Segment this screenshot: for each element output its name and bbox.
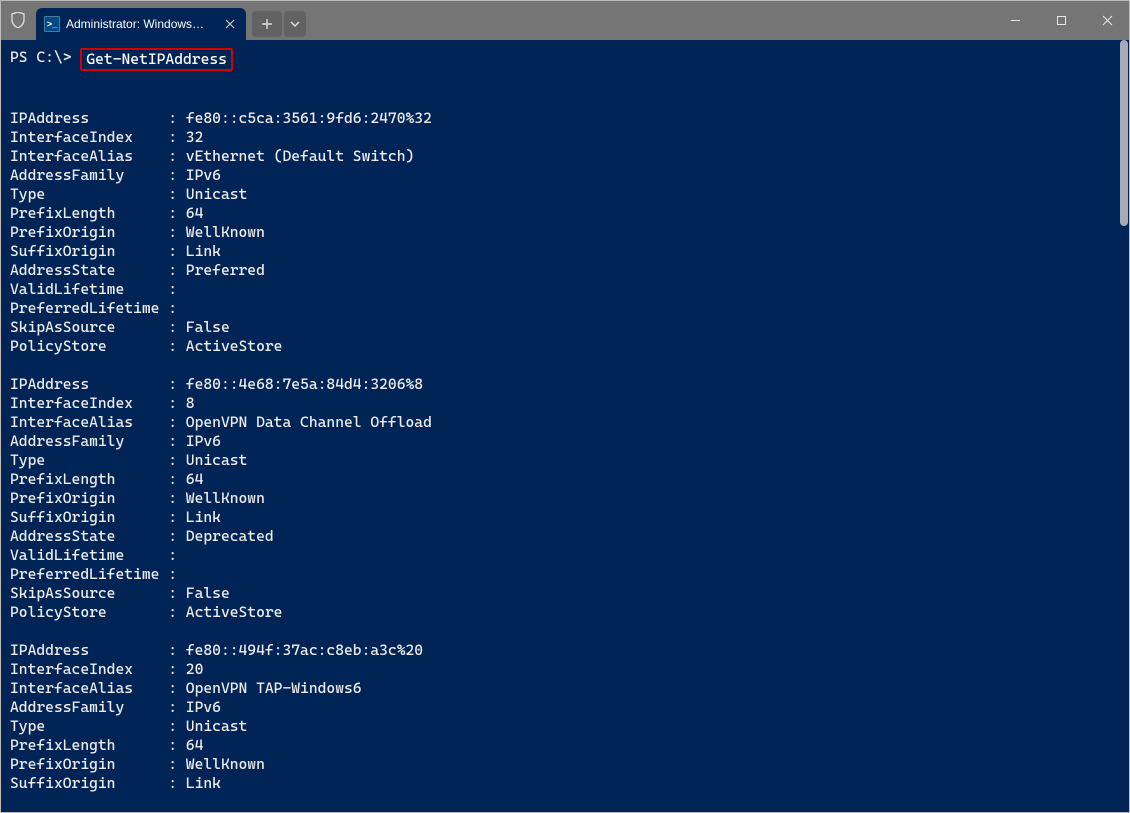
property-row: InterfaceIndex : 20 — [10, 660, 1130, 679]
property-row: SuffixOrigin : Link — [10, 774, 1130, 793]
shield-icon — [0, 0, 36, 40]
titlebar[interactable]: >_ Administrator: Windows Powe — [0, 0, 1130, 40]
close-button[interactable] — [1084, 0, 1130, 40]
prompt-line: PS C:\> Get-NetIPAddress — [10, 48, 1130, 71]
property-row: PrefixLength : 64 — [10, 470, 1130, 489]
property-row: InterfaceIndex : 32 — [10, 128, 1130, 147]
tab-dropdown-button[interactable] — [284, 11, 306, 37]
property-row: PolicyStore : ActiveStore — [10, 337, 1130, 356]
property-row: Type : Unicast — [10, 717, 1130, 736]
output-block: IPAddress : fe80::c5ca:3561:9fd6:2470%32… — [10, 109, 1130, 356]
property-row: PreferredLifetime : — [10, 299, 1130, 318]
scrollbar-thumb[interactable] — [1120, 40, 1128, 226]
property-row: IPAddress : fe80::4e68:7e5a:84d4:3206%8 — [10, 375, 1130, 394]
property-row: IPAddress : fe80::494f:37ac:c8eb:a3c%20 — [10, 641, 1130, 660]
property-row: SkipAsSource : False — [10, 584, 1130, 603]
property-row: SkipAsSource : False — [10, 318, 1130, 337]
tab-close-button[interactable] — [222, 16, 238, 32]
property-row: Type : Unicast — [10, 451, 1130, 470]
property-row: PrefixLength : 64 — [10, 736, 1130, 755]
property-row: SuffixOrigin : Link — [10, 508, 1130, 527]
window-controls — [992, 0, 1130, 40]
maximize-button[interactable] — [1038, 0, 1084, 40]
prompt-text: PS C:\> — [10, 48, 72, 67]
property-row: InterfaceIndex : 8 — [10, 394, 1130, 413]
property-row: AddressFamily : IPv6 — [10, 166, 1130, 185]
property-row: ValidLifetime : — [10, 546, 1130, 565]
output-area: IPAddress : fe80::c5ca:3561:9fd6:2470%32… — [10, 109, 1130, 793]
property-row: InterfaceAlias : OpenVPN TAP-Windows6 — [10, 679, 1130, 698]
output-block: IPAddress : fe80::494f:37ac:c8eb:a3c%20I… — [10, 641, 1130, 793]
powershell-window: >_ Administrator: Windows Powe — [0, 0, 1130, 813]
property-row: AddressState : Deprecated — [10, 527, 1130, 546]
property-row: PolicyStore : ActiveStore — [10, 603, 1130, 622]
minimize-button[interactable] — [992, 0, 1038, 40]
titlebar-left: >_ Administrator: Windows Powe — [0, 0, 306, 40]
property-row: PreferredLifetime : — [10, 565, 1130, 584]
property-row: AddressFamily : IPv6 — [10, 698, 1130, 717]
terminal-tab[interactable]: >_ Administrator: Windows Powe — [36, 8, 246, 40]
new-tab-button[interactable] — [252, 11, 282, 37]
terminal-body[interactable]: PS C:\> Get-NetIPAddress IPAddress : fe8… — [0, 40, 1130, 813]
property-row: Type : Unicast — [10, 185, 1130, 204]
tab-actions — [252, 0, 306, 40]
property-row: PrefixLength : 64 — [10, 204, 1130, 223]
property-row: PrefixOrigin : WellKnown — [10, 223, 1130, 242]
property-row: AddressState : Preferred — [10, 261, 1130, 280]
tab-title: Administrator: Windows Powe — [66, 17, 206, 31]
property-row: IPAddress : fe80::c5ca:3561:9fd6:2470%32 — [10, 109, 1130, 128]
property-row: AddressFamily : IPv6 — [10, 432, 1130, 451]
property-row: SuffixOrigin : Link — [10, 242, 1130, 261]
property-row: PrefixOrigin : WellKnown — [10, 489, 1130, 508]
property-row: InterfaceAlias : OpenVPN Data Channel Of… — [10, 413, 1130, 432]
output-block: IPAddress : fe80::4e68:7e5a:84d4:3206%8I… — [10, 375, 1130, 622]
command-text: Get-NetIPAddress — [80, 48, 233, 71]
property-row: ValidLifetime : — [10, 280, 1130, 299]
property-row: PrefixOrigin : WellKnown — [10, 755, 1130, 774]
property-row: InterfaceAlias : vEthernet (Default Swit… — [10, 147, 1130, 166]
powershell-icon: >_ — [44, 16, 60, 32]
